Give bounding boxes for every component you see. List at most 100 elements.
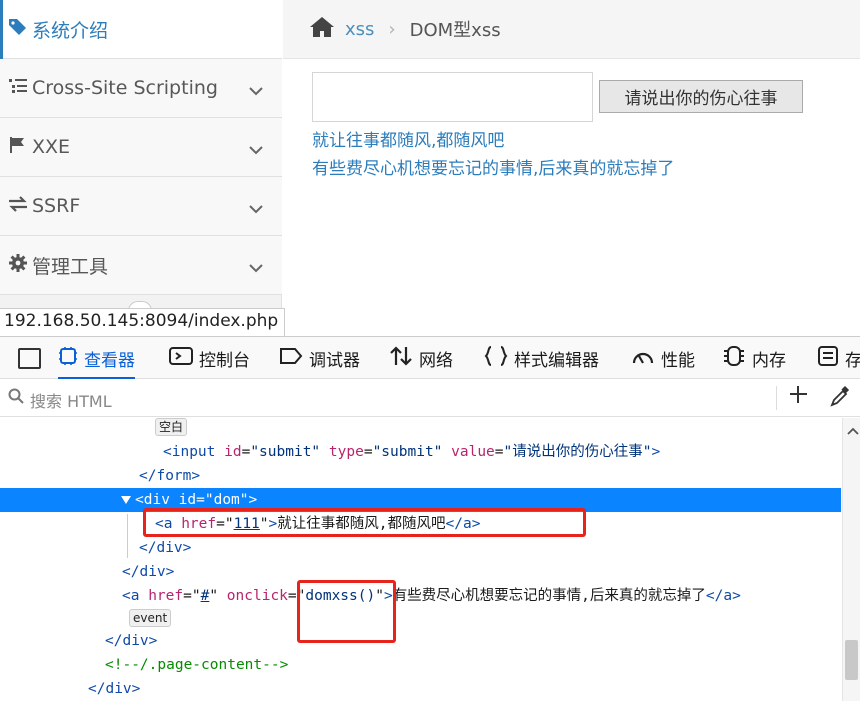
html-markup-tree: 空白 <input id="submit" type="submit" valu…: [0, 418, 841, 701]
network-icon: [389, 345, 413, 372]
inspector-icon: [58, 346, 78, 371]
markup-tag: <a: [122, 588, 140, 604]
search-html-input[interactable]: 搜索 HTML: [30, 388, 112, 412]
markup-tag: </a>: [705, 588, 741, 604]
sidebar: 系统介绍 Cross-Site Scripting XXE SSRF 管理工具: [0, 0, 282, 336]
chevron-down-icon: [248, 197, 264, 219]
devtools-toolbar: 查看器 控制台 调试器 网络 样式编辑器 性能 内存 存: [0, 337, 860, 379]
tab-storage[interactable]: 存: [817, 337, 860, 379]
sidebar-item-label: XXE: [32, 136, 71, 158]
main-content: xss › DOM型xss 请说出你的伤心往事 就让往事都随风,都随风吧 有些费…: [283, 0, 860, 336]
toolbar-divider: [776, 386, 777, 410]
markup-line-comment[interactable]: <!--/.page-content-->: [0, 653, 841, 677]
markup-value: "请说出你的伤心往事": [503, 444, 652, 460]
markup-tag: </div>: [105, 633, 158, 649]
add-node-icon[interactable]: [787, 382, 809, 412]
markup-value: "submit": [372, 444, 443, 460]
markup-attr: href: [148, 588, 184, 604]
chevron-down-icon: [248, 138, 264, 160]
devtools-search-bar: 搜索 HTML: [0, 380, 860, 417]
tab-memory[interactable]: 内存: [722, 337, 786, 379]
devtools-panel: 查看器 控制台 调试器 网络 样式编辑器 性能 内存 存 搜索 HTML 空白 …: [0, 336, 860, 701]
sidebar-item-label: 系统介绍: [32, 19, 109, 42]
debugger-icon: [279, 347, 303, 370]
tab-label: 内存: [752, 350, 786, 371]
search-icon: [8, 388, 24, 408]
chevron-down-icon: [248, 79, 264, 101]
markup-line-div-close[interactable]: </div>: [0, 677, 841, 701]
annotation-highlight-box: [297, 580, 396, 643]
tab-performance[interactable]: 性能: [631, 337, 695, 379]
tab-console[interactable]: 控制台: [169, 337, 250, 379]
tab-label: 调试器: [309, 350, 360, 371]
markup-line-div-close[interactable]: </div>: [0, 629, 841, 653]
markup-tag: </form>: [139, 468, 201, 484]
memory-icon: [722, 345, 746, 372]
markup-value: "submit": [250, 444, 321, 460]
tab-network[interactable]: 网络: [389, 337, 453, 379]
markup-line-div-close[interactable]: </div>: [0, 560, 841, 584]
eyedropper-icon[interactable]: [830, 385, 850, 412]
exchange-icon: [6, 195, 30, 218]
home-icon[interactable]: [309, 16, 335, 43]
domxss-trigger-link[interactable]: 有些费尽心机想要忘记的事情,后来真的就忘掉了: [312, 154, 674, 179]
markup-tag: <div: [135, 492, 170, 508]
markup-value: "dom": [204, 492, 249, 508]
markup-tag: <input: [163, 444, 216, 460]
markup-tag: </div>: [122, 564, 175, 580]
tab-label: 查看器: [84, 350, 135, 371]
markup-comment: <!--/.page-content-->: [105, 657, 289, 673]
annotation-highlight-box: [143, 508, 586, 537]
console-icon: [169, 346, 193, 371]
tab-debugger[interactable]: 调试器: [279, 337, 360, 379]
markup-attr: id: [178, 492, 197, 508]
markup-tag: </div>: [139, 540, 192, 556]
sidebar-item-ssrf[interactable]: SSRF: [0, 177, 282, 236]
markup-attr: id: [224, 444, 242, 460]
whitespace-badge[interactable]: 空白: [155, 418, 188, 436]
sidebar-item-admin-tools[interactable]: 管理工具: [0, 236, 282, 295]
breadcrumb: xss › DOM型xss: [283, 0, 860, 59]
breadcrumb-link-xss[interactable]: xss: [345, 19, 374, 40]
breadcrumb-separator: ›: [388, 18, 396, 40]
tab-style-editor[interactable]: 样式编辑器: [484, 337, 599, 379]
tab-inspector[interactable]: 查看器: [58, 337, 135, 379]
flag-icon: [6, 136, 30, 159]
text-input[interactable]: [312, 72, 593, 122]
markup-text: 有些费尽心机想要忘记的事情,后来真的就忘掉了: [392, 588, 706, 604]
sidebar-item-xxe[interactable]: XXE: [0, 118, 282, 177]
expand-triangle-icon[interactable]: [121, 488, 135, 512]
dom-generated-link[interactable]: 就让往事都随风,都随风吧: [312, 126, 504, 151]
markup-tag: </div>: [88, 681, 141, 697]
markup-tag: >: [651, 444, 661, 460]
event-badge[interactable]: event: [129, 609, 172, 627]
markup-line-form-close[interactable]: </form>: [0, 464, 841, 488]
markup-line-input[interactable]: <input id="submit" type="submit" value="…: [0, 440, 841, 464]
markup-attr: value: [451, 444, 495, 460]
tag-icon: [6, 18, 30, 41]
submit-button[interactable]: 请说出你的伤心往事: [599, 80, 803, 113]
web-page: 系统介绍 Cross-Site Scripting XXE SSRF 管理工具 …: [0, 0, 860, 336]
sidebar-item-label: SSRF: [32, 195, 81, 217]
markup-line-div-close[interactable]: </div>: [0, 536, 841, 560]
markup-scrollbar[interactable]: [842, 418, 860, 701]
status-bar-url: 192.168.50.145:8094/index.php: [0, 308, 286, 336]
tab-label: 网络: [419, 350, 453, 371]
element-picker-icon: [18, 348, 41, 369]
list-icon: [6, 77, 30, 100]
sidebar-item-label: Cross-Site Scripting: [32, 77, 218, 99]
style-editor-icon: [484, 345, 508, 372]
tab-label: 性能: [661, 350, 695, 371]
markup-line-a-onclick[interactable]: <a href="#" onclick="domxss()">有些费尽心机想要忘…: [0, 584, 841, 608]
markup-attr: onclick: [226, 588, 288, 604]
chevron-up-icon[interactable]: [847, 424, 859, 438]
chevron-down-icon: [248, 256, 264, 278]
tab-label: 存: [845, 350, 860, 371]
performance-icon: [631, 346, 655, 371]
sidebar-item-xss[interactable]: Cross-Site Scripting: [0, 59, 282, 118]
breadcrumb-current: DOM型xss: [409, 20, 501, 41]
storage-icon: [817, 345, 839, 372]
markup-attr: type: [328, 444, 364, 460]
scrollbar-thumb[interactable]: [845, 640, 858, 680]
sidebar-item-intro[interactable]: 系统介绍: [0, 0, 282, 59]
